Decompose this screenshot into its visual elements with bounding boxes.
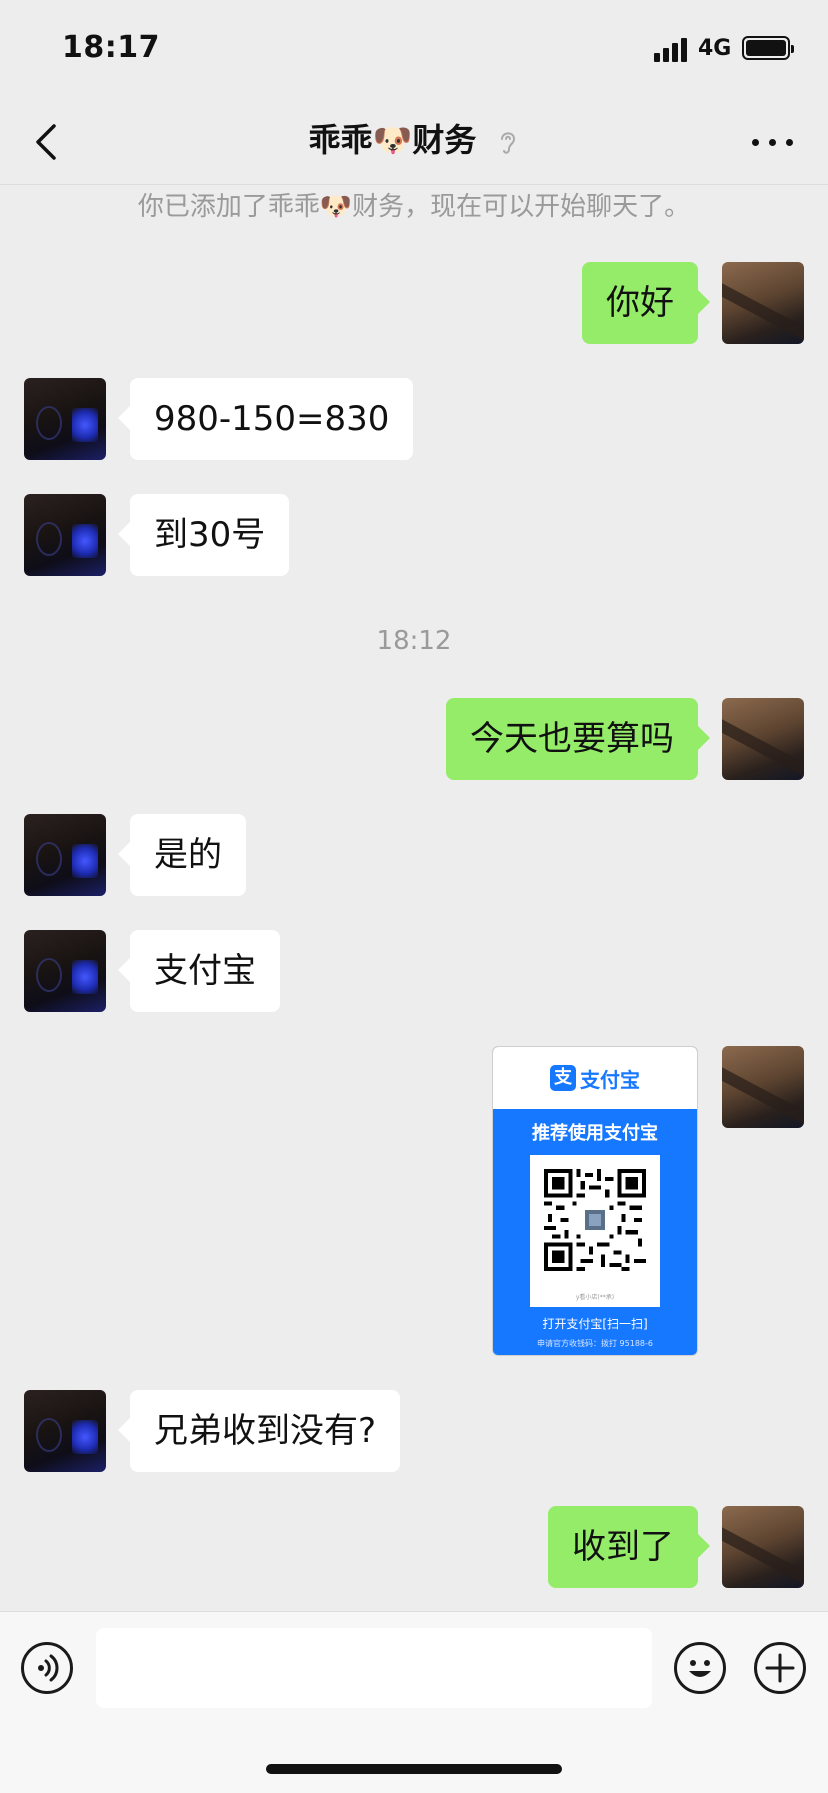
voice-icon (38, 1654, 59, 1682)
voice-button[interactable] (21, 1642, 73, 1694)
qr-code-icon (544, 1169, 646, 1271)
message-bubble-out[interactable]: 今天也要算吗 (446, 698, 710, 780)
message-bubble-in[interactable]: 980-150=830 (117, 378, 414, 460)
qr-code-box: y看小店(**承) (530, 1155, 660, 1307)
message-bubble-in[interactable]: 到30号 (117, 494, 290, 576)
avatar-self[interactable] (722, 1046, 804, 1128)
message-bubble-out[interactable]: 你好 (582, 262, 710, 344)
avatar-self[interactable] (722, 262, 804, 344)
battery-icon (742, 36, 794, 60)
avatar-contact[interactable] (24, 814, 106, 896)
emoji-button[interactable] (674, 1642, 726, 1694)
message-bubble-in[interactable]: 是的 (118, 814, 246, 896)
alipay-qr-image-message[interactable]: 支 支付宝 推荐使用支付宝 y看小店(**承) 打开支付宝[扫一扫] 申请官方收… (492, 1046, 698, 1356)
add-icon (765, 1653, 795, 1683)
add-button[interactable] (754, 1642, 806, 1694)
time-divider: 18:12 (376, 626, 452, 656)
alipay-hotline: 申请官方收钱码：拨打 95188-6 (537, 1339, 653, 1348)
signal-icon (654, 36, 690, 62)
network-label: 4G (698, 36, 732, 61)
avatar-self[interactable] (722, 698, 804, 780)
alipay-slogan: 推荐使用支付宝 (532, 1123, 658, 1144)
more-dots-icon[interactable] (752, 130, 796, 154)
avatar-contact[interactable] (24, 494, 106, 576)
message-bubble-in[interactable]: 兄弟收到没有? (117, 1390, 401, 1472)
status-bar: 18:17 4G (0, 0, 828, 100)
alipay-logo-icon: 支 (550, 1065, 576, 1091)
avatar-self[interactable] (722, 1506, 804, 1588)
avatar-contact[interactable] (24, 1390, 106, 1472)
system-notice: 你已添加了乖乖🐶财务，现在可以开始聊天了。 (137, 192, 691, 222)
home-indicator[interactable] (266, 1764, 562, 1774)
avatar-contact[interactable] (24, 378, 106, 460)
alipay-header: 支 支付宝 (493, 1047, 697, 1109)
message-input[interactable] (96, 1628, 652, 1708)
ear-icon (500, 132, 515, 154)
avatar-contact[interactable] (24, 930, 106, 1012)
message-bubble-in[interactable]: 支付宝 (118, 930, 280, 1012)
alipay-brand: 支付宝 (580, 1067, 640, 1092)
chat-title: 乖乖🐶财务 (0, 118, 828, 162)
nav-bar: 乖乖🐶财务 (0, 100, 828, 185)
qr-caption: y看小店(**承) (575, 1294, 615, 1301)
emoji-icon (689, 1660, 711, 1677)
message-bubble-out[interactable]: 收到了 (548, 1506, 710, 1588)
status-time: 18:17 (62, 30, 160, 65)
chat-title-text: 乖乖🐶财务 (308, 121, 477, 159)
alipay-scan-text: 打开支付宝[扫一扫] (542, 1317, 648, 1331)
